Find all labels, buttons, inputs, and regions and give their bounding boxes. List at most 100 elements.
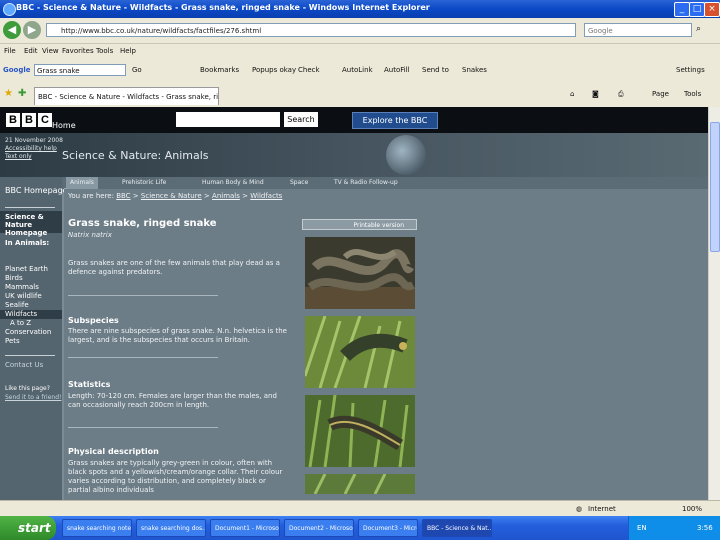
start-button[interactable]: start [0, 516, 56, 540]
bbc-home-link[interactable]: Home [52, 121, 76, 130]
accessibility-link[interactable]: Accessibility help [5, 145, 63, 153]
statistics-text: Length: 70-120 cm. Females are larger th… [68, 392, 277, 409]
contact-link[interactable]: Contact Us [5, 361, 43, 369]
autolink-button[interactable]: AutoLink [342, 66, 373, 74]
nav-a-to-z[interactable]: A to Z [10, 319, 31, 327]
nav-planet-earth[interactable]: Planet Earth [5, 265, 48, 273]
tab-animals[interactable]: Animals [66, 177, 98, 189]
tab-prehistoric-life[interactable]: Prehistoric Life [122, 179, 166, 186]
menu-view[interactable]: View [42, 47, 59, 55]
bookmarks-button[interactable]: Bookmarks [200, 66, 239, 74]
home-icon[interactable]: ⌂ [570, 90, 574, 98]
snake-head-photo [305, 316, 415, 388]
like-page-text: Like this page? [5, 385, 50, 392]
tools-menu[interactable]: Tools [684, 90, 701, 98]
tab-space[interactable]: Space [290, 179, 308, 186]
menu-file[interactable]: File [4, 47, 16, 55]
bbc-logo-b1[interactable]: B [6, 113, 20, 127]
check-button[interactable]: Check [298, 66, 320, 74]
tab-tv-radio[interactable]: TV & Radio Follow-up [334, 179, 398, 186]
add-favorites-icon[interactable]: ✚ [18, 88, 26, 99]
printable-version-link[interactable]: Printable version [302, 219, 417, 230]
bbc-header: B B C Home Search Explore the BBC [0, 107, 708, 133]
close-button[interactable]: × [704, 2, 720, 17]
zoom-level[interactable]: 100% [682, 505, 702, 513]
date-text: 21 November 2008 [5, 137, 63, 144]
science-nature-link[interactable]: Science & Nature Homepage [0, 211, 62, 237]
bbc-logo-b2[interactable]: B [22, 113, 36, 127]
minimize-button[interactable]: _ [674, 2, 690, 17]
google-search-input[interactable]: Grass snake [34, 64, 126, 76]
physical-text: Grass snakes are typically grey-green in… [68, 459, 283, 494]
nav-birds[interactable]: Birds [5, 274, 23, 282]
menu-help[interactable]: Help [120, 47, 136, 55]
autofill-button[interactable]: AutoFill [384, 66, 410, 74]
feeds-icon[interactable]: ◙ [592, 90, 599, 98]
snake-coiled-photo [305, 237, 415, 309]
in-animals-heading: In Animals: [5, 239, 50, 247]
breadcrumb-animals[interactable]: Animals [212, 192, 240, 200]
breadcrumb-prefix: You are here: [68, 192, 114, 200]
bbc-logo-c[interactable]: C [38, 113, 52, 127]
print-icon[interactable]: ⎙ [618, 90, 624, 99]
maximize-button[interactable]: □ [689, 2, 705, 17]
globe-icon: ◍ [576, 505, 583, 513]
subspecies-heading: Subspecies [68, 316, 119, 325]
status-bar: ◍ Internet 100% [0, 500, 720, 517]
menu-edit[interactable]: Edit [24, 47, 38, 55]
latin-name: Natrix natrix [68, 231, 112, 239]
bbc-search-button[interactable]: Search [284, 112, 318, 127]
breadcrumb-sep: > [201, 192, 213, 200]
google-go-button[interactable]: Go [132, 66, 142, 74]
taskbar-item[interactable]: Document2 - Microsoft... [284, 519, 354, 537]
snake-grass-photo [305, 395, 415, 467]
explore-bbc-button[interactable]: Explore the BBC [352, 112, 438, 129]
statistics-heading: Statistics [68, 380, 111, 389]
back-button[interactable]: ◀ [3, 21, 21, 39]
menu-tools[interactable]: Tools [96, 47, 113, 55]
snakes-button[interactable]: Snakes [462, 66, 487, 74]
scrollbar-thumb[interactable] [710, 122, 720, 252]
breadcrumb-bbc[interactable]: BBC [116, 192, 130, 200]
taskbar-item-active[interactable]: BBC - Science & Nat... [422, 519, 492, 537]
title-bar: BBC - Science & Nature - Wildfacts - Gra… [0, 0, 720, 18]
tab-human-body[interactable]: Human Body & Mind [202, 179, 264, 186]
nav-uk-wildlife[interactable]: UK wildlife [5, 292, 42, 300]
article-title: Grass snake, ringed snake [68, 218, 217, 229]
search-input[interactable]: Google [584, 23, 692, 37]
page-menu[interactable]: Page [652, 90, 669, 98]
nav-conservation[interactable]: Conservation [5, 328, 51, 336]
taskbar-item[interactable]: Document3 - Microsoft... [358, 519, 418, 537]
window-title: BBC - Science & Nature - Wildfacts - Gra… [16, 3, 430, 12]
sendto-button[interactable]: Send to [422, 66, 449, 74]
nav-sealife[interactable]: Sealife [5, 301, 29, 309]
bbc-homepage-link[interactable]: BBC Homepage [5, 187, 68, 195]
forward-button[interactable]: ▶ [23, 21, 41, 39]
breadcrumb-wildfacts[interactable]: Wildfacts [250, 192, 282, 200]
tab-row: ★ ✚ BBC - Science & Nature - Wildfacts -… [0, 81, 720, 108]
nav-mammals[interactable]: Mammals [5, 283, 39, 291]
language-indicator[interactable]: EN [637, 524, 647, 532]
address-row: ◀ ▶ http://www.bbc.co.uk/nature/wildfact… [0, 18, 720, 44]
left-nav: BBC Homepage Science & Nature Homepage I… [0, 177, 68, 500]
section-nav: Animals Prehistoric Life Human Body & Mi… [62, 177, 708, 189]
taskbar-item[interactable]: snake searching dos... [136, 519, 206, 537]
bbc-search-input[interactable] [176, 112, 280, 127]
nav-pets[interactable]: Pets [5, 337, 20, 345]
search-icon[interactable]: ⌕ [696, 24, 701, 34]
address-input[interactable]: http://www.bbc.co.uk/nature/wildfacts/fa… [46, 23, 576, 37]
vertical-scrollbar[interactable] [708, 107, 720, 500]
nav-wildfacts[interactable]: Wildfacts [0, 310, 62, 319]
globe-image [386, 135, 426, 175]
text-only-link[interactable]: Text only [5, 153, 63, 161]
taskbar-item[interactable]: Document1 - Microsoft... [210, 519, 280, 537]
settings-button[interactable]: Settings [676, 66, 705, 74]
tab-current[interactable]: BBC - Science & Nature - Wildfacts - Gra… [34, 87, 219, 105]
menu-favorites[interactable]: Favorites [62, 47, 94, 55]
favorites-star-icon[interactable]: ★ [4, 88, 13, 99]
clock[interactable]: 3:56 [697, 524, 713, 532]
send-friend-link[interactable]: Send it to a friend! [5, 394, 61, 402]
breadcrumb-science[interactable]: Science & Nature [141, 192, 202, 200]
taskbar-item[interactable]: snake searching notes [62, 519, 132, 537]
popups-button[interactable]: Popups okay [252, 66, 296, 74]
